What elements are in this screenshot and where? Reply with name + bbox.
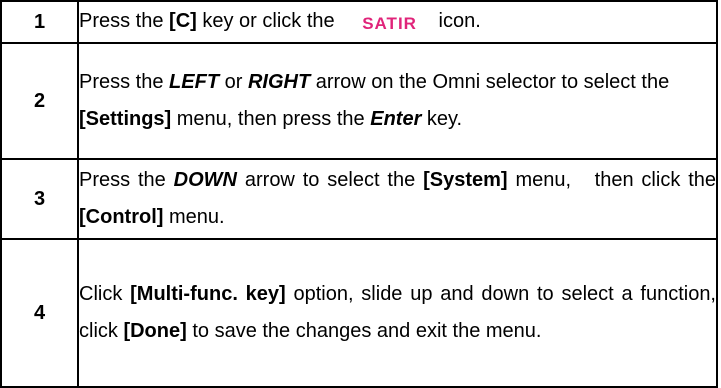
step-row-1: 1 Press the [C] key or click the SATIR i… — [0, 0, 718, 44]
step-text-3: Press the DOWN arrow to select the [Syst… — [77, 158, 718, 240]
step-number-2: 2 — [0, 42, 79, 160]
step-text-2: Press the LEFT or RIGHT arrow on the Omn… — [77, 42, 718, 160]
step-text-1: Press the [C] key or click the SATIR ico… — [77, 0, 718, 44]
step-row-2: 2 Press the LEFT or RIGHT arrow on the O… — [0, 42, 718, 160]
step-text-4: Click [Multi-func. key] option, slide up… — [77, 238, 718, 388]
step-number-1: 1 — [0, 0, 79, 44]
instruction-table: 1 Press the [C] key or click the SATIR i… — [0, 0, 718, 388]
step-row-4: 4 Click [Multi-func. key] option, slide … — [0, 238, 718, 388]
step-number-3: 3 — [0, 158, 79, 240]
step-number-4: 4 — [0, 238, 79, 388]
step-row-3: 3 Press the DOWN arrow to select the [Sy… — [0, 158, 718, 240]
satir-logo-icon[interactable]: SATIR — [362, 5, 417, 42]
